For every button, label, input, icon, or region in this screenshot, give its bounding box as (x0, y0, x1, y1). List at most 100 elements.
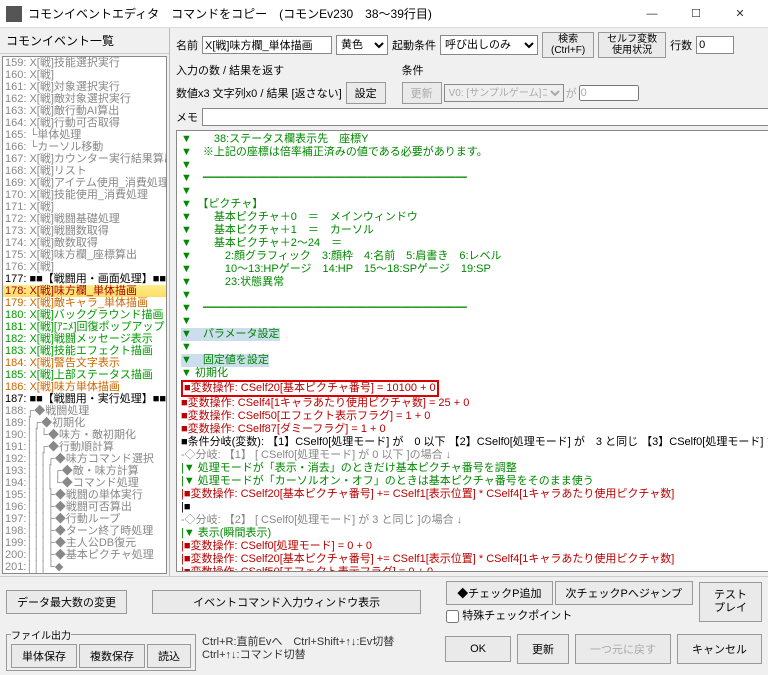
code-line[interactable]: ▼ 基本ピクチャ＋0 ＝ メインウィンドウ (181, 211, 768, 224)
list-item[interactable]: 197:│││├◆行動ループ (3, 513, 166, 525)
list-item[interactable]: 172: X[戦]戦闘基礎処理 (3, 213, 166, 225)
code-line[interactable]: -◇分岐: 【2】 [ CSelf0[処理モード] が 3 と同じ ]の場合 ↓ (181, 514, 768, 527)
code-area[interactable]: ▼ 38:ステータス欄表示先 座標Y▼ ※上記の座標は倍率補正済みの値である必要… (176, 130, 768, 572)
list-item[interactable]: 171: X[戦] (3, 201, 166, 213)
code-line[interactable]: ▼ 10～13:HPゲージ 14:HP 15～18:SPゲージ 19:SP (181, 263, 768, 276)
list-item[interactable]: 180: X[戦]バックグラウンド描画 (3, 309, 166, 321)
list-item[interactable]: 160: X[戦] (3, 69, 166, 81)
rows-input[interactable] (696, 36, 734, 54)
list-item[interactable]: 162: X[戦]敵対象選択実行 (3, 93, 166, 105)
list-item[interactable]: 178: X[戦]味方欄_単体描画 (3, 285, 166, 297)
list-item[interactable]: 195:│││├◆戦闘の単体実行 (3, 489, 166, 501)
list-item[interactable]: 185: X[戦]上部ステータス描画 (3, 369, 166, 381)
code-line[interactable]: |▼ 処理モードが「カーソルオン・オフ」のときは基本ピクチャ番号をそのまま使う (181, 475, 768, 488)
list-item[interactable]: 201:│││└◆ (3, 561, 166, 573)
common-event-list[interactable]: 159: X[戦]技能選択実行160: X[戦]161: X[戦]対象選択実行1… (2, 56, 167, 574)
list-item[interactable]: 168: X[戦]リスト (3, 165, 166, 177)
code-line[interactable]: |■ (181, 501, 768, 514)
code-line[interactable]: ▼ (181, 185, 768, 198)
code-line[interactable]: ▼ 23:状態異常 (181, 276, 768, 289)
list-item[interactable]: 174: X[戦]敵数取得 (3, 237, 166, 249)
list-item[interactable]: 181: X[戦][ｱﾆﾒ]回復ポップアップ (3, 321, 166, 333)
update-button[interactable]: 更新 (517, 634, 569, 664)
code-line[interactable]: |■変数操作: CSelf50[エフェクト表示フラグ] = 0 + 0 (181, 566, 768, 572)
list-item[interactable]: 176: X[戦] (3, 261, 166, 273)
checkpoint-add-button[interactable]: ◆チェックP追加 (446, 581, 552, 605)
code-line[interactable]: ▼ (181, 315, 768, 328)
code-line[interactable]: ▼ (181, 289, 768, 302)
code-line[interactable]: ▼ 固定値を設定 (181, 354, 768, 367)
code-line[interactable]: ▼ ━━━━━━━━━━━━━━━━━━━━━━━━ (181, 172, 768, 185)
list-item[interactable]: 159: X[戦]技能選択実行 (3, 57, 166, 69)
ok-button[interactable]: OK (445, 636, 511, 662)
code-line[interactable]: ▼ ※上記の座標は倍率補正済みの値である必要があります。 (181, 146, 768, 159)
list-item[interactable]: 184: X[戦]警告文字表示 (3, 357, 166, 369)
list-item[interactable]: 163: X[戦]敵行動AI算出 (3, 105, 166, 117)
code-line[interactable]: ▼ 基本ピクチャ＋1 ＝ カーソル (181, 224, 768, 237)
list-item[interactable]: 193:││││┌◆敵・味方計算 (3, 465, 166, 477)
list-item[interactable]: 165: └単体処理 (3, 129, 166, 141)
code-line[interactable]: -◇分岐: 【1】 [ CSelf0[処理モード] が 0 以下 ]の場合 ↓ (181, 449, 768, 462)
list-item[interactable]: 161: X[戦]対象選択実行 (3, 81, 166, 93)
cond-value-input[interactable] (579, 85, 639, 101)
cond-var-select[interactable]: V0: [サンプルゲーム]コャ (444, 84, 564, 102)
code-line[interactable]: ▼ パラメータ設定 (181, 328, 768, 341)
test-play-button[interactable]: テスト プレイ (699, 582, 762, 622)
list-item[interactable]: 194:││││└◆コマンド処理 (3, 477, 166, 489)
code-line[interactable]: ▼ 38:ステータス欄表示先 座標Y (181, 133, 768, 146)
list-item[interactable]: 164: X[戦]行動可否取得 (3, 117, 166, 129)
list-item[interactable]: 175: X[戦]味方欄_座標算出 (3, 249, 166, 261)
list-item[interactable]: 202: ■■■■■■■■■■ (3, 573, 166, 574)
list-item[interactable]: 191:││┌◆行動順計算 (3, 441, 166, 453)
list-item[interactable]: 170: X[戦]技能使用_消費処理 (3, 189, 166, 201)
list-item[interactable]: 192:│││┌◆味方コマンド選択 (3, 453, 166, 465)
code-line[interactable]: ▼ 初期化 (181, 367, 768, 380)
list-item[interactable]: 166: └カーソル移動 (3, 141, 166, 153)
event-command-window-button[interactable]: イベントコマンド入力ウィンドウ表示 (152, 590, 421, 614)
list-item[interactable]: 196:│││├◆戦闘可否算出 (3, 501, 166, 513)
selfvar-button[interactable]: セルフ変数 使用状況 (598, 32, 666, 58)
cond-select[interactable]: 呼び出しのみ (440, 35, 538, 55)
code-line[interactable]: |■変数操作: CSelf20[基本ピクチャ番号] += CSelf1[表示位置… (181, 488, 768, 501)
list-item[interactable]: 179: X[戦]敵キャラ_単体描画 (3, 297, 166, 309)
code-line[interactable]: ▼ 基本ピクチャ＋2～24 ＝ (181, 237, 768, 250)
cancel-button[interactable]: キャンセル (677, 634, 762, 664)
code-line[interactable]: ▼ (181, 341, 768, 354)
list-item[interactable]: 167: X[戦]カウンター実行結果算出 (3, 153, 166, 165)
maximize-button[interactable]: ☐ (674, 0, 718, 28)
list-item[interactable]: 183: X[戦]技能エフェクト描画 (3, 345, 166, 357)
revert-button[interactable]: 一つ元に戻す (575, 634, 671, 664)
minimize-button[interactable]: — (630, 0, 674, 28)
code-line[interactable]: |▼ 表示(瞬間表示) (181, 527, 768, 540)
code-line[interactable]: ■変数操作: CSelf4[1キャラあたり使用ピクチャ数] = 25 + 0 (181, 397, 768, 410)
code-line[interactable]: |▼ 処理モードが「表示・消去」のときだけ基本ピクチャ番号を調整 (181, 462, 768, 475)
code-line[interactable]: ▼ ━━━━━━━━━━━━━━━━━━━━━━━━ (181, 302, 768, 315)
memo-input[interactable] (202, 108, 768, 126)
list-item[interactable]: 187: ■■【戦闘用・実行処理】■■ (3, 393, 166, 405)
code-line[interactable]: ■条件分岐(変数): 【1】CSelf0[処理モード] が 0 以下 【2】CS… (181, 436, 768, 449)
code-line[interactable]: ▼ 2:顔グラフィック 3:顔枠 4:名前 5:肩書き 6:レベル (181, 250, 768, 263)
search-button[interactable]: 検索 (Ctrl+F) (542, 32, 594, 58)
code-line[interactable]: ▼ 【ピクチャ】 (181, 198, 768, 211)
special-checkpoint-checkbox[interactable] (446, 610, 459, 623)
cond-update-button[interactable]: 更新 (402, 82, 442, 104)
settings-button[interactable]: 設定 (346, 82, 386, 104)
code-line[interactable]: ▼ (181, 159, 768, 172)
code-line[interactable]: |■変数操作: CSelf20[基本ピクチャ番号] += CSelf1[表示位置… (181, 553, 768, 566)
list-item[interactable]: 186: X[戦]味方単体描画 (3, 381, 166, 393)
code-line[interactable]: ■変数操作: CSelf87[ダミーフラグ] = 1 + 0 (181, 423, 768, 436)
list-item[interactable]: 199:│││├◆主人公DB復元 (3, 537, 166, 549)
list-item[interactable]: 182: X[戦]戦闘メッセージ表示 (3, 333, 166, 345)
code-line[interactable]: ■変数操作: CSelf20[基本ピクチャ番号] = 10100 + 0 (181, 380, 768, 397)
code-line[interactable]: ■変数操作: CSelf50[エフェクト表示フラグ] = 1 + 0 (181, 410, 768, 423)
checkpoint-next-button[interactable]: 次チェックPへジャンプ (555, 581, 693, 605)
maxdata-button[interactable]: データ最大数の変更 (6, 590, 127, 614)
list-item[interactable]: 173: X[戦]戦闘数取得 (3, 225, 166, 237)
name-input[interactable] (202, 36, 332, 54)
list-item[interactable]: 188:┌◆戦闘処理 (3, 405, 166, 417)
list-item[interactable]: 198:│││├◆ターン終了時処理 (3, 525, 166, 537)
code-line[interactable]: |■変数操作: CSelf0[処理モード] = 0 + 0 (181, 540, 768, 553)
list-item[interactable]: 190:││└◆味方・敵初期化 (3, 429, 166, 441)
close-button[interactable]: ✕ (718, 0, 762, 28)
list-item[interactable]: 169: X[戦]アイテム使用_消費処理 (3, 177, 166, 189)
